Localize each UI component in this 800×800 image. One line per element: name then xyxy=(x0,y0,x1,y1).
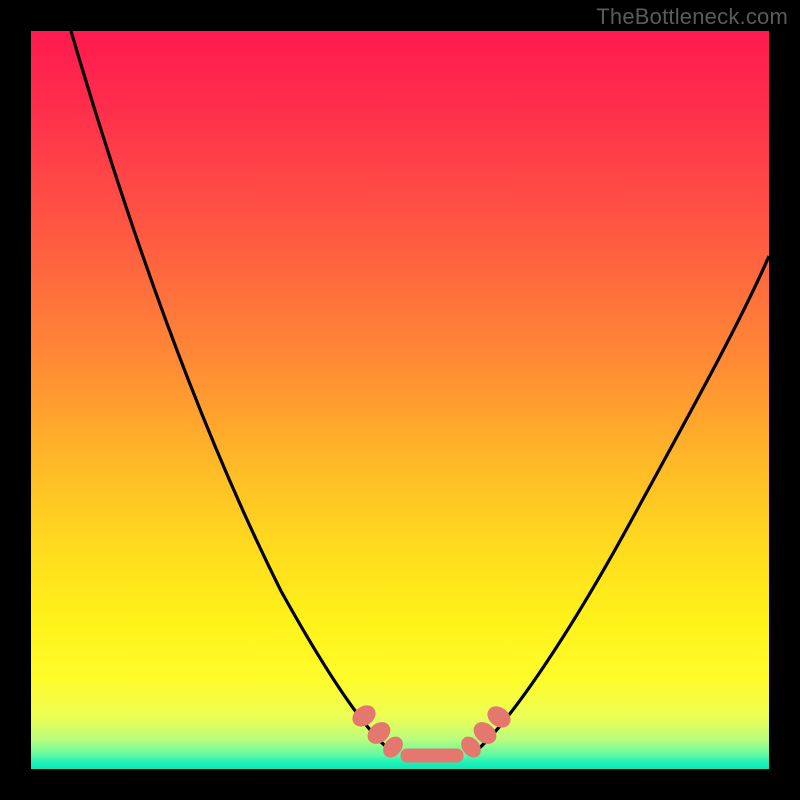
curve-layer xyxy=(31,31,769,769)
curve-left xyxy=(71,31,391,751)
chart-frame: TheBottleneck.com xyxy=(0,0,800,800)
watermark-text: TheBottleneck.com xyxy=(596,4,788,30)
curve-right xyxy=(476,256,769,751)
valley-markers xyxy=(349,702,514,762)
plot-area xyxy=(31,31,769,769)
